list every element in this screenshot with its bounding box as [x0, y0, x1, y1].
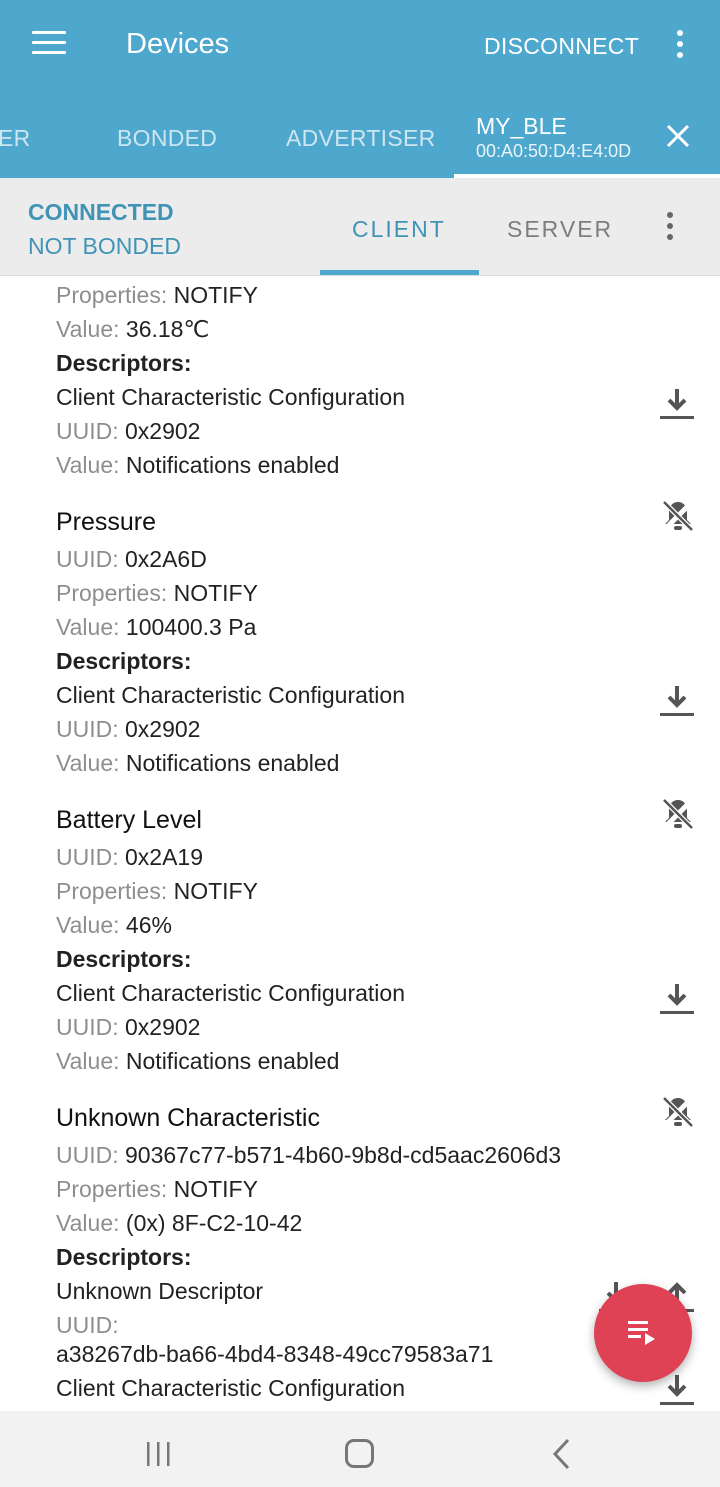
descriptor-uuid-label: UUID: [56, 1312, 119, 1338]
notifications-disabled-icon[interactable] [661, 499, 695, 533]
more-vert-icon[interactable] [676, 30, 684, 60]
download-icon[interactable] [659, 387, 695, 421]
connection-header: CONNECTED NOT BONDED CLIENT SERVER [0, 178, 720, 276]
recent-apps-icon[interactable] [145, 1441, 173, 1467]
descriptors-heading: Descriptors: [56, 1244, 192, 1270]
home-icon[interactable] [345, 1439, 374, 1468]
characteristic-name: Pressure [56, 508, 157, 536]
characteristic-name: Battery Level [56, 806, 202, 834]
descriptor-value: Value: Notifications enabled [56, 1048, 340, 1074]
download-icon[interactable] [659, 982, 695, 1016]
characteristic-properties: Properties: NOTIFY [56, 580, 258, 606]
descriptor-value: Value: Notifications enabled [56, 750, 340, 776]
client-tab-indicator [320, 270, 479, 275]
connection-status: CONNECTED [28, 199, 174, 225]
device-tab-bar: ER BONDED ADVERTISER MY_BLE 00:A0:50:D4:… [0, 92, 720, 178]
menu-icon[interactable] [32, 31, 66, 57]
characteristic-value: Value: 36.18℃ [56, 316, 210, 342]
notifications-disabled-icon[interactable] [661, 797, 695, 831]
characteristic-value: Value: 100400.3 Pa [56, 614, 257, 640]
descriptors-heading: Descriptors: [56, 946, 192, 972]
characteristic-properties: Properties: NOTIFY [56, 282, 258, 308]
notifications-disabled-icon[interactable] [661, 1095, 695, 1129]
descriptor-uuid: UUID: 0x2902 [56, 1014, 201, 1040]
descriptor-name: Client Characteristic Configuration [56, 1375, 405, 1401]
tab-scanner-partial[interactable]: ER [0, 125, 31, 152]
characteristic-name: Unknown Characteristic [56, 1104, 320, 1132]
descriptor-name: Client Characteristic Configuration [56, 682, 405, 708]
characteristics-list[interactable]: Properties: NOTIFY Value: 36.18℃ Descrip… [0, 277, 720, 1411]
characteristic-properties: Properties: NOTIFY [56, 1176, 258, 1202]
characteristic-uuid: UUID: 0x2A6D [56, 546, 207, 572]
bond-status: NOT BONDED [28, 233, 181, 259]
more-vert-icon[interactable] [666, 212, 674, 242]
log-list-icon [628, 1321, 655, 1345]
close-icon[interactable] [666, 124, 690, 148]
characteristic-uuid: UUID: 90367c77-b571-4b60-9b8d-cd5aac2606… [56, 1142, 562, 1168]
descriptor-name: Client Characteristic Configuration [56, 980, 405, 1006]
descriptor-name: Unknown Descriptor [56, 1278, 264, 1304]
descriptor-value: Value: Notifications enabled [56, 452, 340, 478]
download-icon[interactable] [659, 684, 695, 718]
tab-client[interactable]: CLIENT [352, 216, 446, 243]
tab-server[interactable]: SERVER [507, 216, 613, 243]
tab-device-address: 00:A0:50:D4:E4:0D [476, 141, 632, 161]
descriptor-uuid: UUID: 0x2902 [56, 418, 201, 444]
characteristic-properties: Properties: NOTIFY [56, 878, 258, 904]
back-icon[interactable] [552, 1438, 572, 1470]
disconnect-button[interactable]: DISCONNECT [484, 33, 639, 60]
tab-bonded[interactable]: BONDED [117, 125, 217, 152]
tab-device-name[interactable]: MY_BLE [476, 113, 567, 140]
descriptor-uuid: a38267db-ba66-4bd4-8348-49cc79583a71 [56, 1341, 494, 1367]
app-title: Devices [126, 28, 230, 60]
system-nav-bar [0, 1411, 720, 1487]
characteristic-uuid: UUID: 0x2A19 [56, 844, 204, 870]
characteristic-value: Value: 46% [56, 912, 172, 938]
descriptor-uuid: UUID: 0x2902 [56, 716, 201, 742]
descriptors-heading: Descriptors: [56, 648, 192, 674]
app-bar: Devices DISCONNECT [0, 0, 720, 92]
download-icon[interactable] [659, 1373, 695, 1407]
tab-advertiser[interactable]: ADVERTISER [286, 125, 436, 152]
descriptors-heading: Descriptors: [56, 350, 192, 376]
descriptor-name: Client Characteristic Configuration [56, 384, 405, 410]
log-fab-button[interactable] [594, 1284, 692, 1382]
characteristic-value: Value: (0x) 8F-C2-10-42 [56, 1210, 303, 1236]
